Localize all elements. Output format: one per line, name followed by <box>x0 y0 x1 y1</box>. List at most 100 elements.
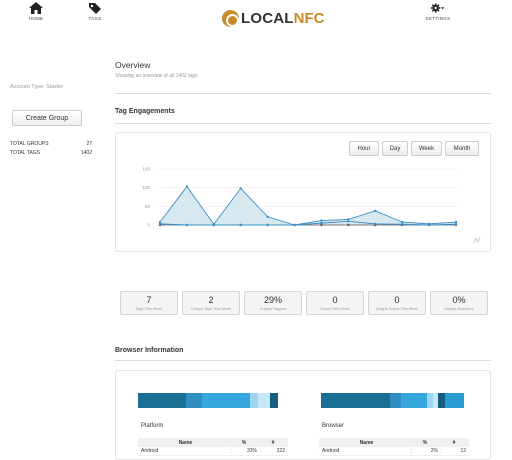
data-point[interactable] <box>400 220 404 224</box>
kpi-label: Unique Scans This Week <box>375 307 419 311</box>
data-point[interactable] <box>185 223 189 227</box>
bar-segment[interactable] <box>269 393 278 408</box>
table-row[interactable]: Android 33% 222 <box>138 447 288 456</box>
data-point[interactable] <box>320 219 323 222</box>
data-point[interactable] <box>266 215 269 218</box>
col-percent: % <box>411 439 441 446</box>
nav-tags-label: TAGS <box>88 16 102 21</box>
browser-distribution-bar <box>321 393 464 408</box>
nav-tags[interactable]: TAGS <box>75 2 115 21</box>
data-point[interactable] <box>212 223 216 227</box>
col-name: Name <box>359 439 374 446</box>
kpi-value: 0 <box>332 295 338 305</box>
nav-home-label: HOME <box>28 16 44 21</box>
stat-total-tags: TOTAL TAGS 1402 <box>10 150 92 156</box>
chevron-down-icon <box>441 7 445 10</box>
engagement-chart: 150 100 50 0 <box>142 167 460 228</box>
data-point[interactable] <box>347 223 350 227</box>
bar-segment[interactable] <box>445 393 464 408</box>
browser-info-panel: Platform Browser Name % # Android 33% 22… <box>115 370 491 460</box>
bar-segment[interactable] <box>249 393 259 408</box>
kpi-label: Scans This Week <box>320 307 350 311</box>
bar-segment[interactable] <box>401 393 427 408</box>
kpi-unique-taps: 2 Unique Taps This Week <box>182 291 240 315</box>
y-tick-label: 100 <box>142 185 150 190</box>
kpi-value: 7 <box>146 295 152 305</box>
engagement-chart-panel: Hour Day Week Month 150 100 50 0 <box>115 132 491 252</box>
y-tick-label: 50 <box>145 204 151 209</box>
kpi-taps-this-week: 7 Taps This Week <box>120 291 178 315</box>
logo-text-nfc: NFC <box>293 9 325 27</box>
data-point[interactable] <box>158 222 162 226</box>
divider <box>115 93 491 94</box>
nav-home[interactable]: HOME <box>16 2 56 21</box>
tag-icon <box>89 3 101 14</box>
data-point[interactable] <box>374 209 377 213</box>
data-point[interactable] <box>239 223 242 227</box>
gear-icon <box>431 3 445 13</box>
page-subtitle: Showing an overview of all 1402 tags <box>115 73 198 79</box>
data-point[interactable] <box>427 223 431 227</box>
kpi-value: 0 <box>394 295 400 305</box>
bar-segment[interactable] <box>202 393 250 408</box>
series-area <box>160 186 456 225</box>
bar-segment[interactable] <box>389 393 402 408</box>
bar-segment[interactable] <box>138 393 186 408</box>
y-tick-label: 150 <box>142 167 150 172</box>
platform-table: Name % # Android 33% 222 <box>138 438 288 456</box>
table-row[interactable]: Android 2% 12 <box>319 447 469 456</box>
logo[interactable]: LOCAL NFC <box>222 8 325 28</box>
stat-total-groups: TOTAL GROUPS 27 <box>10 141 92 147</box>
stat-value: 27 <box>86 141 92 147</box>
kpi-label: Unique Scanners <box>444 307 474 311</box>
kpi-scans-this-week: 0 Scans This Week <box>306 291 364 315</box>
sidebar: Account Type: Starter Create Group TOTAL… <box>10 84 95 156</box>
data-point[interactable] <box>454 223 458 226</box>
kpi-label: Taps This Week <box>135 307 163 311</box>
cell-percent: 33% <box>230 448 260 454</box>
cell-count: 12 <box>441 448 469 454</box>
bar-segment[interactable] <box>185 393 203 408</box>
bar-segment[interactable] <box>258 393 270 408</box>
top-nav: HOME TAGS LOCAL NFC SETTINGS <box>0 0 512 28</box>
cell-name: Android <box>322 448 340 454</box>
bar-segment[interactable] <box>321 393 390 408</box>
data-point[interactable] <box>185 185 189 188</box>
data-point[interactable] <box>454 220 458 224</box>
stat-value: 1402 <box>80 150 92 156</box>
kpi-value: 0% <box>452 295 466 305</box>
home-icon <box>29 2 43 14</box>
data-point[interactable] <box>320 221 323 225</box>
data-point[interactable] <box>239 187 242 190</box>
cell-percent: 2% <box>411 448 441 454</box>
col-name: Name <box>178 439 193 446</box>
logo-mark-icon <box>222 9 239 27</box>
nav-settings-label: SETTINGS <box>425 16 451 21</box>
data-point[interactable] <box>293 223 296 227</box>
col-count: # <box>260 439 288 446</box>
logo-text-local: LOCAL <box>241 9 294 27</box>
create-group-button[interactable]: Create Group <box>12 110 82 126</box>
nav-settings[interactable]: SETTINGS <box>418 2 458 21</box>
data-point[interactable] <box>347 220 350 223</box>
cell-name: Android <box>141 448 159 454</box>
data-point[interactable] <box>266 223 269 227</box>
table-header: Name % # <box>319 438 469 447</box>
y-tick-label: 0 <box>147 223 150 228</box>
bar-segment[interactable] <box>438 393 446 408</box>
browser-table: Name % # Android 2% 12 <box>319 438 469 456</box>
page-title: Overview <box>115 60 151 70</box>
kpi-value: 29% <box>263 295 282 305</box>
data-point[interactable] <box>400 223 404 226</box>
platform-distribution-bar <box>138 393 278 408</box>
col-count: # <box>441 439 469 446</box>
kpi-unique-scans: 0 Unique Scans This Week <box>368 291 426 315</box>
divider <box>115 123 491 124</box>
col-percent: % <box>230 439 260 446</box>
stat-label: TOTAL TAGS <box>10 150 41 156</box>
browser-title: Browser <box>322 423 345 429</box>
data-point[interactable] <box>374 222 377 226</box>
section-title-browser: Browser Information <box>115 347 184 354</box>
kpi-value: 2 <box>208 295 214 305</box>
main-content: Overview Showing an overview of all 1402… <box>115 60 491 460</box>
